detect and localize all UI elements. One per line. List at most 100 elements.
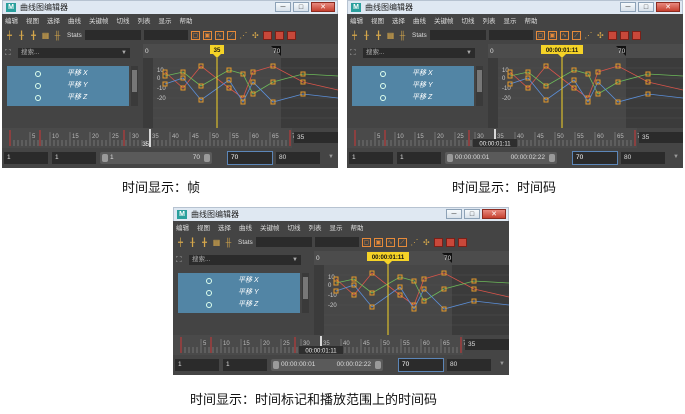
frame-all-icon[interactable]: ▢ [361,237,371,247]
stats-time-field[interactable] [429,30,486,40]
playback-end-field[interactable]: 70 [227,151,273,165]
current-time-field[interactable]: 35 [465,339,509,350]
animation-start-field[interactable]: 1 [349,152,393,164]
menu-view[interactable]: 视图 [197,222,210,232]
retime-tool-icon[interactable]: ╫ [224,238,233,247]
stats-time-field[interactable] [255,237,312,247]
menu-show[interactable]: 显示 [159,15,172,25]
menu-list[interactable]: 列表 [483,15,496,25]
range-start-handle[interactable] [273,361,279,369]
range-options-chevron-icon[interactable]: ▼ [328,154,334,160]
menu-select[interactable]: 选择 [218,222,231,232]
menu-edit[interactable]: 编辑 [176,222,189,232]
buffer-curve-icon[interactable]: ⋰ [239,31,248,40]
range-end-handle[interactable] [549,154,555,162]
animation-start-field[interactable]: 1 [175,359,219,371]
buffer-curve-icon[interactable]: ⋰ [410,238,419,247]
menu-list[interactable]: 列表 [138,15,151,25]
move-key-tool-icon[interactable]: ┿ [176,238,185,247]
playback-end-field[interactable]: 70 [572,151,618,165]
channel-item-translate-z[interactable]: 平移 Z [7,92,129,104]
search-input[interactable]: 搜索... ▼ [189,255,301,265]
range-end-handle[interactable] [204,154,210,162]
close-button[interactable]: ✕ [482,209,506,219]
channel-item-translate-y[interactable]: 平移 Y [7,80,129,92]
menu-view[interactable]: 视图 [26,15,39,25]
linear-tangent-icon[interactable]: ⟋ [397,237,407,247]
menu-curves[interactable]: 曲线 [239,222,252,232]
curve-graph-view[interactable]: 0 70 00:00:01:11 10 0 -10 -20 [314,251,509,335]
menu-tangents[interactable]: 切线 [288,222,301,232]
range-options-chevron-icon[interactable]: ▼ [499,361,505,367]
menu-curves[interactable]: 曲线 [413,15,426,25]
animation-end-field[interactable]: 80 [621,152,665,164]
chevron-down-icon[interactable]: ▼ [121,48,127,58]
maximize-button[interactable]: □ [293,2,309,12]
insert-key-tool-icon[interactable]: ╂ [17,31,26,40]
lattice-deform-icon[interactable]: ╋ [29,31,38,40]
retime-tool-icon[interactable]: ╫ [53,31,62,40]
menu-help[interactable]: 帮助 [351,222,364,232]
linear-tangent-icon[interactable]: ⟋ [226,30,236,40]
region-tool-icon[interactable]: ▦ [212,238,221,247]
frame-selection-icon[interactable]: ▣ [547,30,557,40]
move-icon[interactable]: ✣ [251,31,260,40]
channel-item-translate-x[interactable]: 平移 X [178,275,300,287]
retime-tool-icon[interactable]: ╫ [398,31,407,40]
camera-icon[interactable] [286,30,296,40]
frame-all-icon[interactable]: ▢ [190,30,200,40]
filter-icon[interactable]: ⛶ [176,255,185,264]
lattice-deform-icon[interactable]: ╋ [200,238,209,247]
outliner-scrollbar[interactable] [302,273,309,313]
dope-sheet-icon[interactable] [619,30,629,40]
scrollbar-thumb[interactable] [303,277,308,299]
stats-value-field[interactable] [143,30,188,40]
range-start-handle[interactable] [447,154,453,162]
move-icon[interactable]: ✣ [422,238,431,247]
range-options-chevron-icon[interactable]: ▼ [673,154,679,160]
insert-key-tool-icon[interactable]: ╂ [188,238,197,247]
stats-time-field[interactable] [84,30,141,40]
menu-view[interactable]: 视图 [371,15,384,25]
curve-options-icon[interactable] [607,30,617,40]
curve-graph-view[interactable]: 0 70 00:00:01:11 10 0 -10 -20 [488,44,683,128]
insert-key-tool-icon[interactable]: ╂ [362,31,371,40]
menu-show[interactable]: 显示 [330,222,343,232]
camera-icon[interactable] [631,30,641,40]
range-slider[interactable]: 00:00:00:01 00:00:02:22 [271,359,383,371]
current-time-field[interactable]: 35 [294,132,338,143]
stats-value-field[interactable] [488,30,533,40]
curve-options-icon[interactable] [433,237,443,247]
playback-start-field[interactable]: 1 [223,359,267,371]
range-start-handle[interactable] [102,154,108,162]
current-time-field[interactable]: 35 [639,132,683,143]
menu-keys[interactable]: 关键帧 [89,15,109,25]
channel-item-translate-z[interactable]: 平移 Z [352,92,474,104]
menu-tangents[interactable]: 切线 [117,15,130,25]
animation-start-field[interactable]: 1 [4,152,48,164]
animation-end-field[interactable]: 80 [276,152,320,164]
lattice-deform-icon[interactable]: ╋ [374,31,383,40]
playback-end-field[interactable]: 70 [398,358,444,372]
minimize-button[interactable]: ─ [620,2,636,12]
time-slider[interactable]: 51015202530354045505560657000:00:01:11 3… [173,335,509,355]
frame-selection-icon[interactable]: ▣ [373,237,383,247]
time-slider[interactable]: 51015202530354045505560657000:00:01:11 3… [347,128,683,148]
menu-help[interactable]: 帮助 [525,15,538,25]
region-tool-icon[interactable]: ▦ [41,31,50,40]
menu-edit[interactable]: 编辑 [5,15,18,25]
buffer-curve-icon[interactable]: ⋰ [584,31,593,40]
outliner-scrollbar[interactable] [476,66,483,106]
curve-graph-view[interactable]: 0 70 35 10 0 -10 -20 [143,44,338,128]
curve-options-icon[interactable] [262,30,272,40]
region-tool-icon[interactable]: ▦ [386,31,395,40]
chevron-down-icon[interactable]: ▼ [466,48,472,58]
search-input[interactable]: 搜索... ▼ [18,48,130,58]
close-button[interactable]: ✕ [311,2,335,12]
move-key-tool-icon[interactable]: ┿ [350,31,359,40]
menu-curves[interactable]: 曲线 [68,15,81,25]
chevron-down-icon[interactable]: ▼ [292,255,298,265]
search-input[interactable]: 搜索... ▼ [363,48,475,58]
scrollbar-thumb[interactable] [477,70,482,92]
menu-edit[interactable]: 编辑 [350,15,363,25]
